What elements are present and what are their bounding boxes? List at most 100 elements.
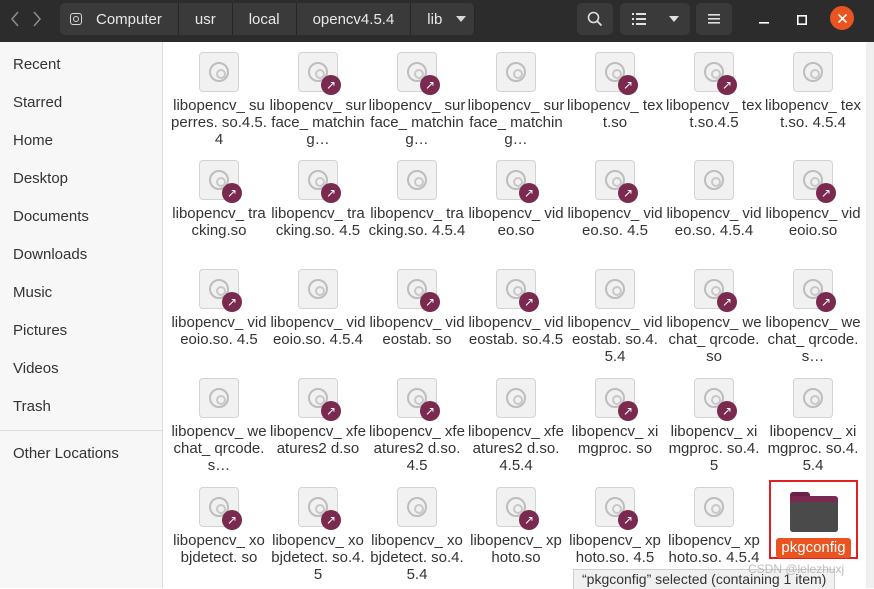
shared-library-icon: ↗: [397, 378, 440, 421]
file-item[interactable]: ↗ libopencv_ xfeatures2 d.so.4.5: [368, 368, 466, 474]
symlink-arrow-icon: ↗: [420, 75, 440, 95]
gear-icon: [704, 170, 724, 190]
file-item[interactable]: ↗ libopencv_ tracking.so: [170, 150, 268, 239]
forward-button[interactable]: [22, 3, 52, 35]
symlink-arrow-icon: ↗: [717, 401, 737, 421]
path-crumb-label: opencv4.5.4: [312, 10, 395, 28]
sidebar-item-trash[interactable]: Trash: [0, 387, 163, 425]
shared-library-icon: [496, 378, 536, 418]
file-item[interactable]: libopencv_ ximgproc. so.4.5.4: [764, 368, 862, 474]
file-item[interactable]: ↗ libopencv_ wechat_ qrcode.so: [665, 259, 763, 365]
file-name: libopencv_ ximgproc. so: [571, 423, 659, 457]
file-item[interactable]: ↗ libopencv_ xfeatures2 d.so: [269, 368, 367, 457]
menu-button[interactable]: [696, 3, 732, 35]
file-item[interactable]: ↗ libopencv_ xobjdetect. so: [170, 477, 268, 566]
symlink-arrow-icon: ↗: [519, 183, 539, 203]
file-item[interactable]: ↗ libopencv_ xphoto.so: [467, 477, 565, 566]
folder-pkgconfig[interactable]: pkgconfig: [769, 480, 858, 559]
gear-icon: [308, 279, 328, 299]
search-icon: [587, 11, 603, 27]
chevron-right-icon: [33, 11, 42, 27]
file-item[interactable]: ↗ libopencv_ surface_ matching…: [368, 42, 466, 148]
symlink-arrow-icon: ↗: [222, 292, 242, 312]
file-item[interactable]: ↗ libopencv_ ximgproc. so.4.5: [665, 368, 763, 474]
file-item[interactable]: ↗ libopencv_ xphoto.so. 4.5: [566, 477, 664, 566]
shared-library-icon: ↗: [595, 378, 638, 421]
file-item[interactable]: ↗ libopencv_ video.so. 4.5: [566, 150, 664, 239]
symlink-arrow-icon: ↗: [519, 510, 539, 530]
maximize-button[interactable]: [789, 7, 815, 33]
file-item[interactable]: ↗ libopencv_ surface_ matching…: [269, 42, 367, 148]
file-item[interactable]: ↗ libopencv_ videostab. so: [368, 259, 466, 348]
file-name: libopencv_ videoio.so. 4.5: [171, 314, 267, 348]
file-item[interactable]: libopencv_ xfeatures2 d.so.4.5.4: [467, 368, 565, 474]
file-item[interactable]: libopencv_ surface_ matching…: [467, 42, 565, 148]
file-item[interactable]: ↗ libopencv_ video.so: [467, 150, 565, 239]
file-item[interactable]: libopencv_ text.so. 4.5.4: [764, 42, 862, 131]
file-item[interactable]: ↗ libopencv_ videostab. so.4.5: [467, 259, 565, 348]
sidebar-item-label: Music: [13, 283, 53, 301]
path-crumb-usr[interactable]: usr: [178, 3, 233, 35]
file-name: libopencv_ text.so. 4.5.4: [765, 97, 861, 131]
path-crumb-computer[interactable]: Computer: [60, 3, 179, 35]
shared-library-icon: [793, 52, 833, 92]
symlink-arrow-icon: ↗: [717, 292, 737, 312]
sidebar-item-documents[interactable]: Documents: [0, 197, 163, 235]
close-button[interactable]: [830, 6, 854, 30]
sidebar-item-downloads[interactable]: Downloads: [0, 235, 163, 273]
file-item[interactable]: ↗ libopencv_ wechat_ qrcode.s…: [764, 259, 862, 365]
shared-library-icon: ↗: [298, 52, 341, 95]
shared-library-icon: ↗: [793, 269, 836, 312]
file-name: libopencv_ wechat_ qrcode.s…: [171, 423, 267, 474]
file-item[interactable]: ↗ libopencv_ xobjdetect. so.4.5: [269, 477, 367, 583]
shared-library-icon: ↗: [199, 487, 242, 530]
file-item[interactable]: libopencv_ videoio.so. 4.5.4: [269, 259, 367, 348]
shared-library-icon: ↗: [496, 269, 539, 312]
file-item[interactable]: ↗ libopencv_ videoio.so: [764, 150, 862, 239]
symlink-arrow-icon: ↗: [420, 292, 440, 312]
file-item[interactable]: libopencv_ xphoto.so. 4.5.4: [665, 477, 763, 566]
shared-library-icon: [199, 378, 239, 418]
file-item[interactable]: ↗ libopencv_ ximgproc. so: [566, 368, 664, 457]
shared-library-icon: ↗: [793, 160, 836, 203]
scrollbar[interactable]: [866, 42, 874, 588]
file-name: libopencv_ xphoto.so. 4.5.4: [668, 532, 760, 566]
file-item[interactable]: libopencv_ superres. so.4.5.4: [170, 42, 268, 148]
file-item[interactable]: ↗ libopencv_ tracking.so. 4.5: [269, 150, 367, 239]
file-item[interactable]: libopencv_ video.so. 4.5.4: [665, 150, 763, 239]
minimize-button[interactable]: [751, 7, 777, 33]
sidebar-item-pictures[interactable]: Pictures: [0, 311, 163, 349]
path-crumb-local[interactable]: local: [232, 3, 297, 35]
shared-library-icon: [199, 52, 239, 92]
file-name: libopencv_ xobjdetect. so: [173, 532, 265, 566]
sidebar-item-starred[interactable]: Starred: [0, 83, 163, 121]
sidebar-item-desktop[interactable]: Desktop: [0, 159, 163, 197]
file-item[interactable]: ↗ libopencv_ text.so.4.5: [665, 42, 763, 131]
sidebar-item-label: Pictures: [13, 321, 68, 339]
file-name: libopencv_ superres. so.4.5.4: [171, 97, 267, 148]
gear-icon: [506, 62, 526, 82]
file-name: libopencv_ tracking.so: [172, 205, 266, 239]
file-name: libopencv_ ximgproc. so.4.5: [668, 423, 760, 474]
sidebar-item-label: Starred: [13, 93, 63, 111]
file-item[interactable]: ↗ libopencv_ videoio.so. 4.5: [170, 259, 268, 348]
sidebar-item-other-locations[interactable]: Other Locations: [0, 434, 163, 472]
shared-library-icon: [397, 487, 437, 527]
symlink-arrow-icon: ↗: [717, 75, 737, 95]
sidebar-item-recent[interactable]: Recent: [0, 45, 163, 83]
file-item[interactable]: ↗ libopencv_ text.so: [566, 42, 664, 131]
sidebar-item-music[interactable]: Music: [0, 273, 163, 311]
shared-library-icon: ↗: [694, 269, 737, 312]
file-name: libopencv_ videoio.so: [765, 205, 861, 239]
path-crumb-opencv[interactable]: opencv4.5.4: [296, 3, 412, 35]
path-crumb-lib[interactable]: lib: [411, 3, 476, 35]
file-item[interactable]: libopencv_ tracking.so. 4.5.4: [368, 150, 466, 239]
sidebar-item-videos[interactable]: Videos: [0, 349, 163, 387]
view-options-button[interactable]: [620, 3, 690, 35]
file-name: libopencv_ video.so. 4.5.4: [666, 205, 762, 239]
file-item[interactable]: libopencv_ videostab. so.4.5.4: [566, 259, 664, 365]
file-item[interactable]: libopencv_ xobjdetect. so.4.5.4: [368, 477, 466, 583]
sidebar-item-home[interactable]: Home: [0, 121, 163, 159]
search-button[interactable]: [577, 3, 613, 35]
file-item[interactable]: libopencv_ wechat_ qrcode.s…: [170, 368, 268, 474]
